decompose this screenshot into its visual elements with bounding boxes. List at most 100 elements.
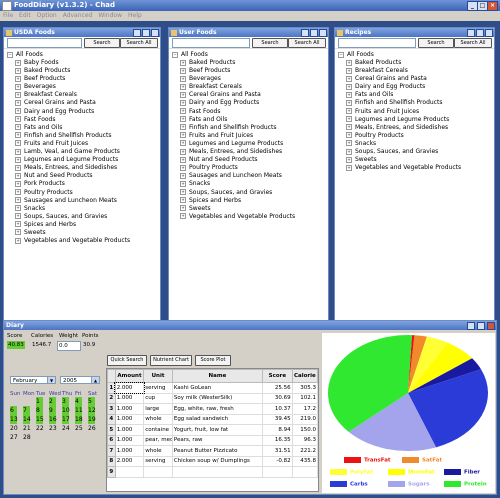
expand-icon[interactable]: + [180, 75, 186, 82]
tree-item[interactable]: + Meals, Entrees, and Sidedishes [15, 164, 157, 172]
tree-item[interactable]: + Breakfast Cereals [15, 91, 157, 99]
table-cell[interactable] [171, 466, 264, 478]
calendar-day[interactable]: 5 [88, 397, 99, 406]
panel-maximize-button[interactable] [476, 29, 484, 37]
tree-item[interactable]: + Fruits and Fruit Juices [346, 108, 491, 116]
column-header[interactable]: Calorie [291, 369, 318, 383]
calendar-day[interactable]: 11 [75, 406, 86, 415]
table-cell[interactable]: Kashi GoLean [171, 382, 264, 394]
table-cell[interactable]: 17.2 [291, 403, 318, 415]
panel-maximize-button[interactable] [142, 29, 150, 37]
calendar-day[interactable]: 14 [23, 415, 34, 424]
table-cell[interactable]: 25.56 [262, 382, 293, 394]
tree-item[interactable]: + Vegetables and Vegetable Products [15, 237, 157, 245]
tree-item[interactable]: + Spices and Herbs [15, 221, 157, 229]
tree-item[interactable]: + Breakfast Cereals [346, 67, 491, 75]
table-cell[interactable]: 1.000 [114, 413, 145, 425]
expand-icon[interactable]: + [346, 99, 352, 106]
expand-icon[interactable]: + [15, 148, 21, 155]
tree-item[interactable]: + Sausages and Luncheon Meats [180, 172, 325, 180]
table-cell[interactable]: Soy milk (WesterSilk) [171, 392, 264, 404]
calendar-day[interactable]: 13 [10, 415, 21, 424]
tree-item[interactable]: + Soups, Sauces, and Gravies [180, 189, 325, 197]
tree-item[interactable]: + Baked Products [346, 59, 491, 67]
tree-root[interactable]: − All Foods [172, 51, 325, 59]
expand-icon[interactable]: + [15, 83, 21, 90]
table-cell[interactable]: 435.8 [291, 455, 318, 467]
tree-item[interactable]: + Snacks [15, 205, 157, 213]
table-cell[interactable]: Pears, raw [171, 434, 264, 446]
expand-icon[interactable]: + [15, 180, 21, 187]
table-cell[interactable]: 39.45 [262, 413, 293, 425]
tree-item[interactable]: + Beef Products [180, 67, 325, 75]
expand-icon[interactable]: + [15, 164, 21, 171]
table-cell[interactable]: cup [143, 392, 173, 404]
search-all-button[interactable]: Search All [288, 38, 326, 48]
tree-item[interactable]: + Beef Products [15, 75, 157, 83]
table-row[interactable]: 3 1.000 large Egg, white, raw, fresh 10.37 17… [107, 403, 318, 415]
expand-icon[interactable]: + [15, 237, 21, 244]
tree-item[interactable]: + Fats and Oils [346, 91, 491, 99]
tree-item[interactable]: + Sweets [180, 205, 325, 213]
tree-root[interactable]: − All Foods [338, 51, 491, 59]
table-row[interactable]: 8 2.000 serving Chicken soup w/ Dumplings -0… [107, 455, 318, 467]
expand-icon[interactable]: + [346, 156, 352, 163]
tree-item[interactable]: + Cereal Grains and Pasta [15, 99, 157, 107]
tree-item[interactable]: + Fast Foods [15, 116, 157, 124]
calendar-day[interactable]: 8 [36, 406, 47, 415]
table-cell[interactable]: 102.1 [291, 392, 318, 404]
calendar-day[interactable]: 28 [23, 433, 36, 442]
tree-item[interactable]: + Dairy and Egg Products [346, 83, 491, 91]
tree-item[interactable]: + Sweets [346, 156, 491, 164]
table-cell[interactable]: 2.000 [114, 455, 145, 467]
diary-maximize-button[interactable] [476, 322, 485, 330]
collapse-icon[interactable]: − [338, 51, 344, 58]
tree-item[interactable]: + Cereal Grains and Pasta [180, 91, 325, 99]
expand-icon[interactable]: + [180, 124, 186, 131]
search-all-button[interactable]: Search All [454, 38, 492, 48]
expand-icon[interactable]: + [15, 59, 21, 66]
calendar-day[interactable]: 15 [36, 415, 47, 424]
table-row[interactable]: 2 1.000 cup Soy milk (WesterSilk) 30.69 102.1 [107, 392, 318, 404]
tree-item[interactable]: + Vegetables and Vegetable Products [180, 213, 325, 221]
tree-root[interactable]: − All Foods [7, 51, 157, 59]
tree-item[interactable]: + Fruits and Fruit Juices [180, 132, 325, 140]
tree-item[interactable]: + Finfish and Shellfish Products [346, 99, 491, 107]
calendar-day[interactable]: 24 [62, 424, 75, 433]
diary-minimize-button[interactable] [466, 322, 475, 330]
calendar-day[interactable]: 21 [23, 424, 36, 433]
calendar-day[interactable]: 27 [10, 433, 23, 442]
calendar-day[interactable]: 20 [10, 424, 23, 433]
tree-item[interactable]: + Snacks [346, 140, 491, 148]
calendar-day[interactable]: 18 [75, 415, 86, 424]
expand-icon[interactable]: + [180, 91, 186, 98]
tree-item[interactable]: + Nut and Seed Products [15, 172, 157, 180]
tree-item[interactable]: + Lamb, Veal, and Game Products [15, 148, 157, 156]
column-header[interactable]: Score [262, 369, 293, 383]
tree-item[interactable]: + Beverages [180, 75, 325, 83]
search-input[interactable] [7, 38, 82, 48]
table-cell[interactable]: pear, med [143, 434, 173, 446]
table-cell[interactable]: whole [143, 413, 173, 425]
panel-minimize-button[interactable] [301, 29, 309, 37]
tree-item[interactable]: + Dairy and Egg Products [15, 108, 157, 116]
calendar-day[interactable]: 12 [88, 406, 99, 415]
expand-icon[interactable]: + [346, 91, 352, 98]
tree-item[interactable]: + Beverages [15, 83, 157, 91]
table-cell[interactable]: 1.000 [114, 434, 145, 446]
weight-field[interactable]: 0.0 [57, 341, 81, 351]
table-row[interactable]: 5 1.000 containe Yogurt, fruit, low fat 8.94… [107, 424, 318, 436]
panel-minimize-button[interactable] [133, 29, 141, 37]
table-cell[interactable]: Egg, white, raw, fresh [171, 403, 264, 415]
table-cell[interactable]: 8.94 [262, 424, 293, 436]
tree-item[interactable]: + Legumes and Legume Products [180, 140, 325, 148]
menu-edit[interactable]: Edit [16, 11, 34, 21]
expand-icon[interactable]: + [15, 172, 21, 179]
expand-icon[interactable]: + [15, 91, 21, 98]
tree-item[interactable]: + Baby Foods [15, 59, 157, 67]
table-cell[interactable]: 1.000 [114, 403, 145, 415]
expand-icon[interactable]: + [180, 83, 186, 90]
tree-item[interactable]: + Finfish and Shellfish Products [180, 124, 325, 132]
tree-item[interactable]: + Baked Products [180, 59, 325, 67]
year-spinner[interactable]: 2005 ▲ [60, 376, 100, 384]
